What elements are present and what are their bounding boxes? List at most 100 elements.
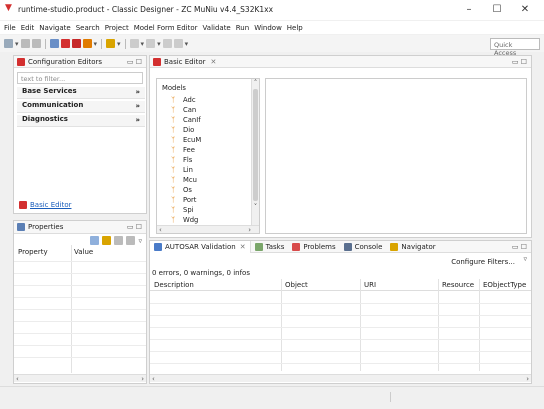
- pen-dropdown-icon[interactable]: ▾: [117, 40, 121, 48]
- tree-item-os[interactable]: ᛉ Os: [171, 185, 253, 195]
- col-resource[interactable]: Resource: [442, 281, 474, 289]
- maximize-button[interactable]: ☐: [488, 2, 506, 18]
- tab-tasks[interactable]: Tasks: [251, 242, 289, 251]
- tab-navigator[interactable]: Navigator: [386, 242, 439, 251]
- window-title: runtime-studio.product - Classic Designe…: [18, 5, 274, 14]
- tree-item-can[interactable]: ᛉ Can: [171, 105, 253, 115]
- pin-view-icon[interactable]: [126, 236, 136, 245]
- tab-console[interactable]: Console: [340, 242, 387, 251]
- tree-item-fls[interactable]: ᛉ Fls: [171, 155, 253, 165]
- menu-validate[interactable]: Validate: [203, 24, 231, 32]
- save-all-icon[interactable]: [31, 39, 41, 48]
- scrollbar-thumb[interactable]: [253, 89, 258, 201]
- tree-item-mcu[interactable]: ᛉ Mcu: [171, 175, 253, 185]
- properties-horizontal-scrollbar[interactable]: ‹ ›: [14, 374, 146, 383]
- pen-icon[interactable]: [106, 39, 116, 48]
- tree-item-canif[interactable]: ᛉ CanIf: [171, 115, 253, 125]
- validation-horizontal-scrollbar[interactable]: ‹ ›: [150, 374, 531, 383]
- status-bar: [0, 386, 544, 409]
- tab-problems[interactable]: Problems: [288, 242, 339, 251]
- menu-edit[interactable]: Edit: [21, 24, 35, 32]
- chevron-down-icon[interactable]: »: [135, 116, 140, 124]
- close-button[interactable]: ✕: [516, 2, 534, 18]
- view-menu-icon[interactable]: ▿: [523, 255, 527, 263]
- module-icon: ᛉ: [171, 215, 176, 224]
- restore-default-icon[interactable]: [114, 236, 124, 245]
- forward-icon[interactable]: [173, 39, 183, 48]
- scroll-right-icon[interactable]: ›: [526, 375, 529, 383]
- configuration-editors-panel: Configuration Editors ▭ ☐ text to filter…: [13, 55, 147, 214]
- configure-filters-button[interactable]: Configure Filters...: [451, 258, 515, 266]
- tree-root-label[interactable]: Models: [162, 84, 186, 92]
- pin-dropdown-icon[interactable]: ▾: [141, 40, 145, 48]
- chevron-down-icon[interactable]: »: [135, 88, 140, 96]
- close-tab-icon[interactable]: ✕: [240, 243, 246, 251]
- minimize-maximize-icon[interactable]: ▭ ☐: [512, 243, 527, 251]
- section-base-services[interactable]: Base Services »: [17, 87, 145, 99]
- scroll-left-icon[interactable]: ‹: [152, 375, 155, 383]
- tree-item-ecum[interactable]: ᛉ EcuM: [171, 135, 253, 145]
- menu-navigate[interactable]: Navigate: [39, 24, 70, 32]
- annotation-dropdown-icon[interactable]: ▾: [157, 40, 161, 48]
- chevron-down-icon[interactable]: »: [135, 102, 140, 110]
- tree-item-port[interactable]: ᛉ Port: [171, 195, 253, 205]
- col-object[interactable]: Object: [285, 281, 308, 289]
- menu-search[interactable]: Search: [76, 24, 100, 32]
- tree-item-spi[interactable]: ᛉ Spi: [171, 205, 253, 215]
- table-row: [14, 345, 146, 346]
- tree-item-fee[interactable]: ᛉ Fee: [171, 145, 253, 155]
- scroll-down-icon[interactable]: ˅: [252, 203, 259, 211]
- tab-autosar-validation[interactable]: AUTOSAR Validation ✕: [150, 240, 251, 253]
- menu-window[interactable]: Window: [254, 24, 282, 32]
- menu-help[interactable]: Help: [287, 24, 303, 32]
- quick-access-field[interactable]: Quick Access: [490, 38, 540, 57]
- save-icon[interactable]: [20, 39, 30, 48]
- tree-horizontal-scrollbar[interactable]: ‹ ›: [157, 225, 259, 234]
- run-icon[interactable]: [82, 39, 92, 48]
- tree-item-adc[interactable]: ᛉ Adc: [171, 95, 253, 105]
- col-uri[interactable]: URI: [364, 281, 376, 289]
- console-icon: [343, 242, 352, 251]
- filter-input[interactable]: text to filter...: [17, 72, 143, 84]
- module-icon: ᛉ: [171, 135, 176, 144]
- basic-editor-link[interactable]: Basic Editor: [30, 201, 71, 209]
- minimize-button[interactable]: –: [460, 2, 478, 18]
- tree-vertical-scrollbar[interactable]: ˄ ˅: [251, 79, 259, 225]
- new-icon[interactable]: [4, 39, 13, 48]
- tree-item-lin[interactable]: ᛉ Lin: [171, 165, 253, 175]
- tree-item-wdg[interactable]: ᛉ Wdg: [171, 215, 253, 225]
- editor-icon[interactable]: [60, 39, 70, 48]
- scroll-right-icon[interactable]: ›: [141, 375, 144, 383]
- table-row: [150, 363, 531, 364]
- section-communication[interactable]: Communication »: [17, 101, 145, 113]
- close-tab-icon[interactable]: ✕: [210, 58, 216, 66]
- tree-item-dio[interactable]: ᛉ Dio: [171, 125, 253, 135]
- back-icon[interactable]: [162, 39, 172, 48]
- menu-project[interactable]: Project: [105, 24, 129, 32]
- scroll-left-icon[interactable]: ‹: [16, 375, 19, 383]
- section-diagnostics[interactable]: Diagnostics »: [17, 115, 145, 127]
- advanced-icon[interactable]: [102, 236, 112, 245]
- pin-icon[interactable]: [129, 39, 139, 48]
- menu-model-form-editor[interactable]: Model Form Editor: [134, 24, 198, 32]
- col-eobjecttype[interactable]: EObjectType: [483, 281, 526, 289]
- view-menu-icon[interactable]: ▿: [138, 237, 142, 245]
- scroll-left-icon[interactable]: ‹: [159, 226, 162, 234]
- menu-run[interactable]: Run: [236, 24, 249, 32]
- categories-icon[interactable]: [90, 236, 100, 245]
- next-annotation-icon[interactable]: [146, 39, 156, 48]
- minimize-maximize-icon[interactable]: ▭ ☐: [127, 223, 142, 231]
- forward-dropdown-icon[interactable]: ▾: [185, 40, 189, 48]
- minimize-maximize-icon[interactable]: ▭ ☐: [127, 58, 142, 66]
- new-dropdown-icon[interactable]: ▾: [15, 40, 19, 48]
- scroll-right-icon[interactable]: ›: [248, 226, 251, 234]
- col-description[interactable]: Description: [154, 281, 194, 289]
- settings-icon[interactable]: [49, 39, 59, 48]
- validation-icon: [154, 242, 162, 251]
- scroll-up-icon[interactable]: ˄: [252, 79, 259, 87]
- minimize-maximize-icon[interactable]: ▭ ☐: [512, 58, 527, 66]
- menu-file[interactable]: File: [4, 24, 16, 32]
- generate-icon[interactable]: [71, 39, 81, 48]
- basic-editor-tab[interactable]: Basic Editor: [164, 58, 205, 66]
- run-dropdown-icon[interactable]: ▾: [94, 40, 98, 48]
